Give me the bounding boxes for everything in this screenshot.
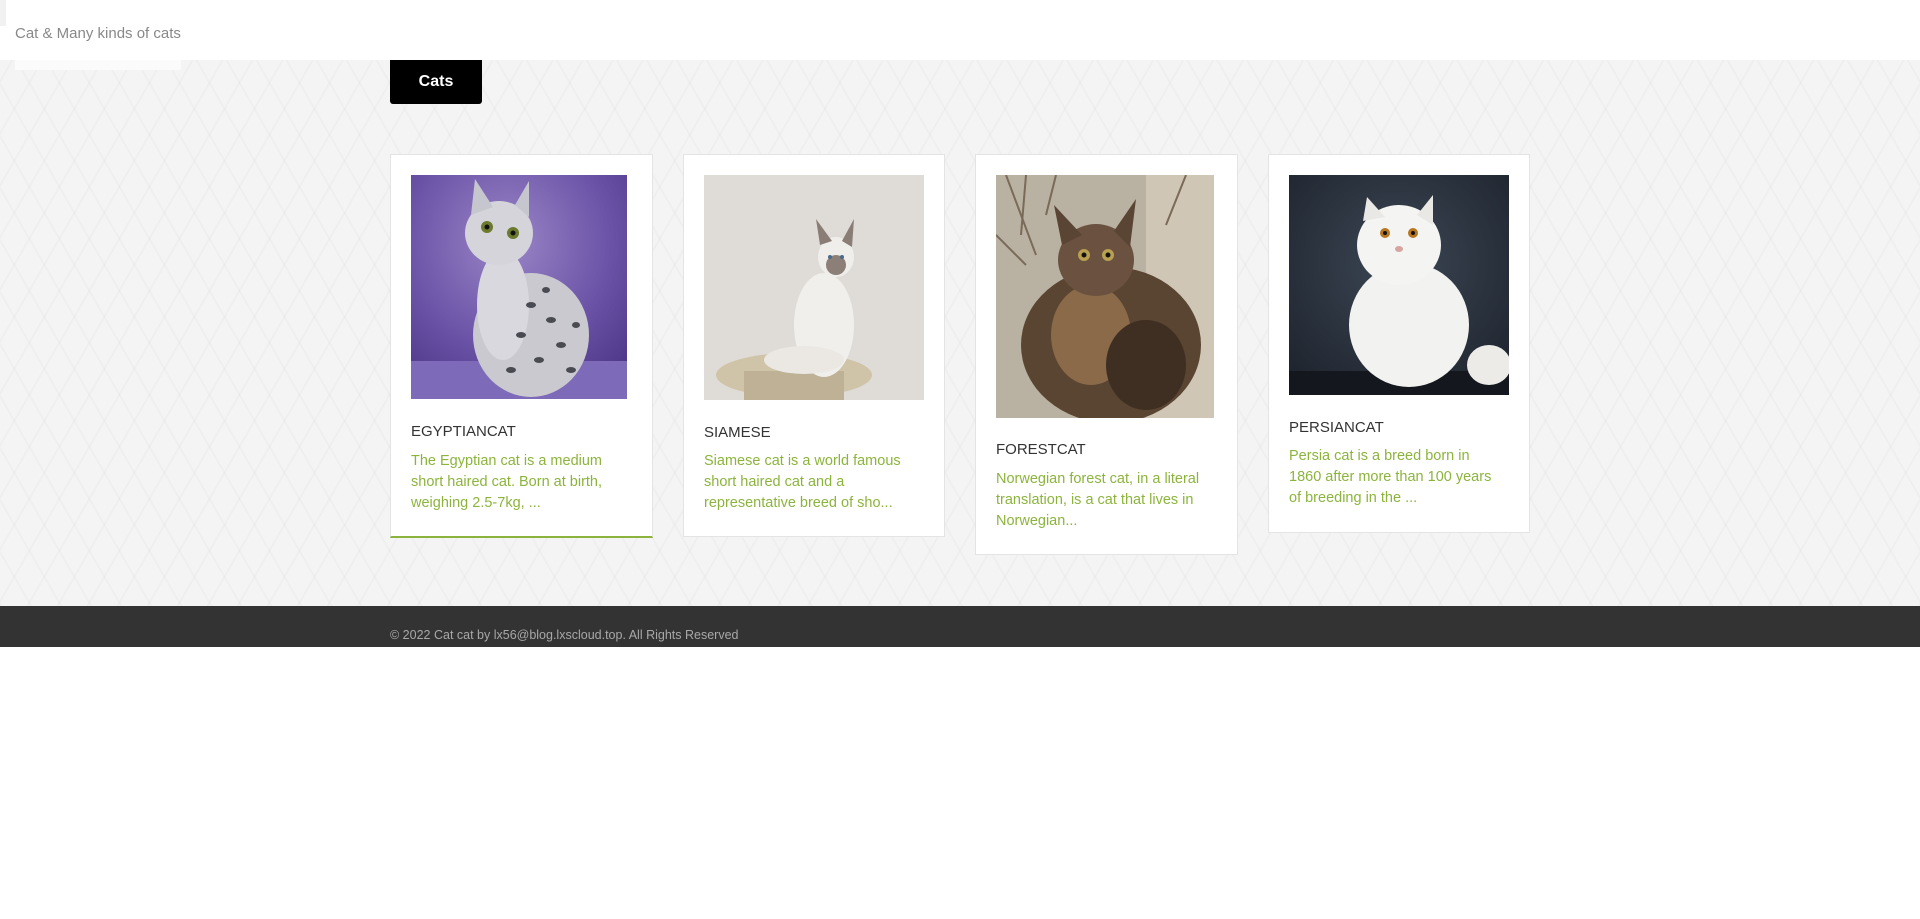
- cat-card-forestcat[interactable]: FORESTCAT Norwegian forest cat, in a lit…: [975, 154, 1238, 555]
- site-title[interactable]: Cat & Many kinds of cats: [15, 25, 181, 42]
- title-underlay: [15, 60, 181, 70]
- cat-card-egyptian[interactable]: EGYPTIANCAT The Egyptian cat is a medium…: [390, 154, 653, 538]
- card-description: Siamese cat is a world famous short hair…: [704, 453, 901, 511]
- card-description: Persia cat is a breed born in 1860 after…: [1289, 448, 1492, 506]
- egyptian-cat-photo: [411, 175, 627, 399]
- siamese-cat-photo: [704, 175, 924, 400]
- tab-cats[interactable]: Cats: [390, 60, 482, 104]
- site-footer: © 2022 Cat cat by lx56@blog.lxscloud.top…: [0, 606, 1920, 647]
- site-header: Cat & Many kinds of cats: [0, 0, 1920, 60]
- card-title: PERSIANCAT: [1289, 419, 1384, 436]
- footer-copyright: © 2022 Cat cat by lx56@blog.lxscloud.top…: [390, 628, 739, 642]
- card-description: Norwegian forest cat, in a literal trans…: [996, 471, 1200, 529]
- card-title: FORESTCAT: [996, 441, 1086, 458]
- card-title: EGYPTIANCAT: [411, 423, 516, 440]
- card-title: SIAMESE: [704, 424, 771, 441]
- persian-cat-photo: [1289, 175, 1509, 395]
- card-description: The Egyptian cat is a medium short haire…: [411, 453, 603, 511]
- main-content: [0, 60, 1920, 606]
- forest-cat-photo: [996, 175, 1214, 418]
- cat-card-persiancat[interactable]: PERSIANCAT Persia cat is a breed born in…: [1268, 154, 1530, 533]
- cat-card-siamese[interactable]: SIAMESE Siamese cat is a world famous sh…: [683, 154, 945, 537]
- header-edge-mark: [0, 0, 6, 26]
